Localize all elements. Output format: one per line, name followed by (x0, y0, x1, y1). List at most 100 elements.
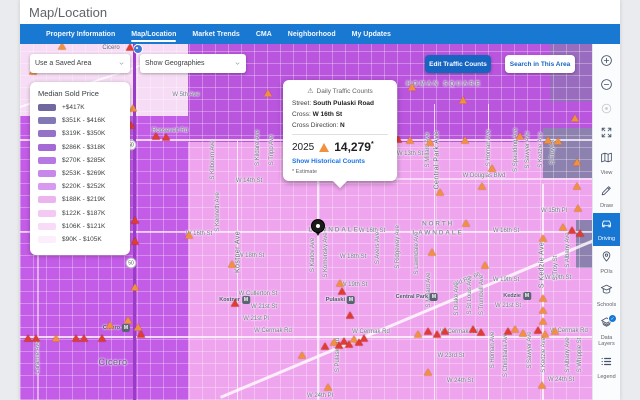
traffic-marker[interactable] (336, 280, 344, 287)
sidebar-item-data-layers[interactable]: Data Layers✓ (593, 312, 620, 351)
sidebar-item-legend[interactable]: Legend (593, 351, 620, 384)
traffic-marker[interactable] (134, 324, 142, 331)
traffic-marker[interactable] (478, 183, 486, 190)
traffic-marker[interactable] (228, 261, 236, 268)
traffic-marker[interactable] (24, 335, 32, 342)
saved-area-dropdown[interactable]: Use a Saved Area (30, 54, 130, 73)
traffic-marker[interactable] (539, 307, 547, 314)
traffic-marker[interactable] (574, 205, 582, 212)
traffic-marker[interactable] (539, 235, 547, 242)
traffic-marker[interactable] (519, 330, 527, 337)
map-canvas[interactable]: HOMAN SQUARENORTHLAWNDALELAWNDALECiceroC… (20, 44, 592, 400)
search-in-this-area-button[interactable]: Search in This Area (505, 55, 575, 73)
legend-swatch (38, 196, 56, 203)
traffic-marker[interactable] (436, 189, 444, 196)
traffic-marker[interactable] (264, 90, 272, 97)
edit-traffic-counts-button[interactable]: Edit Traffic Counts (425, 55, 491, 73)
traffic-marker[interactable] (571, 115, 579, 122)
tab-property-information[interactable]: Property Information (46, 24, 115, 44)
traffic-marker[interactable] (433, 331, 441, 338)
traffic-marker[interactable] (469, 326, 477, 333)
sidebar-item-view[interactable]: View (593, 147, 620, 180)
traffic-marker[interactable] (461, 137, 469, 144)
traffic-marker[interactable] (72, 335, 80, 342)
traffic-marker[interactable] (551, 328, 559, 335)
tab-my-updates[interactable]: My Updates (352, 24, 391, 44)
tab-neighborhood[interactable]: Neighborhood (288, 24, 336, 44)
traffic-marker[interactable] (321, 343, 329, 350)
sidebar-item-fit-extent[interactable] (593, 123, 620, 147)
traffic-marker[interactable] (477, 329, 485, 336)
street-label: W 24th Pl (307, 393, 333, 399)
traffic-marker[interactable] (573, 183, 581, 190)
street-label: S Millard Ave (426, 273, 432, 308)
traffic-marker[interactable] (538, 382, 546, 389)
selected-location-pin[interactable] (311, 219, 325, 236)
traffic-marker[interactable] (131, 217, 139, 224)
traffic-marker[interactable] (424, 369, 432, 376)
traffic-marker[interactable] (162, 134, 170, 141)
sidebar-item-draw[interactable]: Draw (593, 180, 620, 213)
sidebar-item-pois[interactable]: POIs (593, 246, 620, 279)
tab-cma[interactable]: CMA (256, 24, 272, 44)
sidebar-item-schools[interactable]: Schools (593, 279, 620, 312)
traffic-marker[interactable] (428, 249, 436, 256)
traffic-marker[interactable] (126, 44, 134, 51)
traffic-marker[interactable] (137, 331, 145, 338)
traffic-marker[interactable] (185, 232, 193, 239)
street-label: W Cermak Rd (352, 329, 390, 335)
traffic-marker[interactable] (441, 328, 449, 335)
traffic-marker[interactable] (481, 262, 489, 269)
geographies-dropdown[interactable]: Show Geographies (140, 54, 246, 73)
traffic-marker[interactable] (406, 137, 414, 144)
traffic-marker[interactable] (346, 312, 354, 319)
traffic-marker[interactable] (462, 220, 470, 227)
traffic-marker[interactable] (414, 331, 422, 338)
popup-cross-row: Cross: W 16th St (292, 111, 388, 118)
traffic-marker[interactable] (58, 44, 66, 50)
traffic-marker[interactable] (106, 322, 114, 329)
sidebar-item-driving[interactable]: Driving (593, 213, 620, 246)
sidebar-item-zoom-out[interactable] (593, 75, 620, 99)
traffic-marker[interactable] (131, 284, 139, 291)
traffic-marker[interactable] (231, 300, 239, 307)
traffic-marker[interactable] (516, 133, 524, 140)
traffic-marker[interactable] (324, 384, 332, 391)
sidebar-item-locate[interactable] (593, 99, 620, 123)
traffic-marker[interactable] (408, 84, 416, 91)
traffic-marker[interactable] (426, 139, 434, 146)
traffic-marker[interactable] (52, 335, 60, 342)
traffic-marker[interactable] (539, 295, 547, 302)
sidebar-item-zoom-in[interactable] (593, 51, 620, 75)
metro-station-central-park[interactable]: Central ParkM (396, 293, 438, 301)
street-label: W 21st St (251, 304, 277, 310)
traffic-marker[interactable] (459, 97, 467, 104)
traffic-marker[interactable] (298, 352, 306, 359)
traffic-marker[interactable] (576, 230, 584, 237)
traffic-marker[interactable] (544, 137, 552, 144)
traffic-marker[interactable] (568, 227, 576, 234)
traffic-marker[interactable] (424, 328, 432, 335)
traffic-marker[interactable] (152, 133, 160, 140)
show-historical-counts-link[interactable]: Show Historical Counts (292, 158, 388, 165)
traffic-marker[interactable] (360, 335, 368, 342)
traffic-marker[interactable] (338, 288, 346, 295)
traffic-marker[interactable] (124, 317, 132, 324)
traffic-marker[interactable] (131, 238, 139, 245)
traffic-marker[interactable] (573, 159, 581, 166)
metro-station-kedzie[interactable]: KedzieM (503, 292, 531, 300)
traffic-marker[interactable] (541, 331, 549, 338)
metro-station-pulaski[interactable]: PulaskiM (326, 296, 355, 304)
chevron-down-icon (234, 60, 241, 67)
tab-market-trends[interactable]: Market Trends (192, 24, 239, 44)
traffic-marker[interactable] (129, 105, 137, 112)
traffic-marker[interactable] (488, 165, 496, 172)
traffic-marker[interactable] (98, 335, 106, 342)
traffic-marker[interactable] (539, 318, 547, 325)
tab-map-location[interactable]: Map/Location (131, 24, 176, 44)
traffic-marker[interactable] (554, 138, 562, 145)
traffic-marker[interactable] (511, 326, 519, 333)
traffic-marker[interactable] (559, 224, 567, 231)
traffic-marker[interactable] (32, 335, 40, 342)
traffic-marker[interactable] (80, 335, 88, 342)
